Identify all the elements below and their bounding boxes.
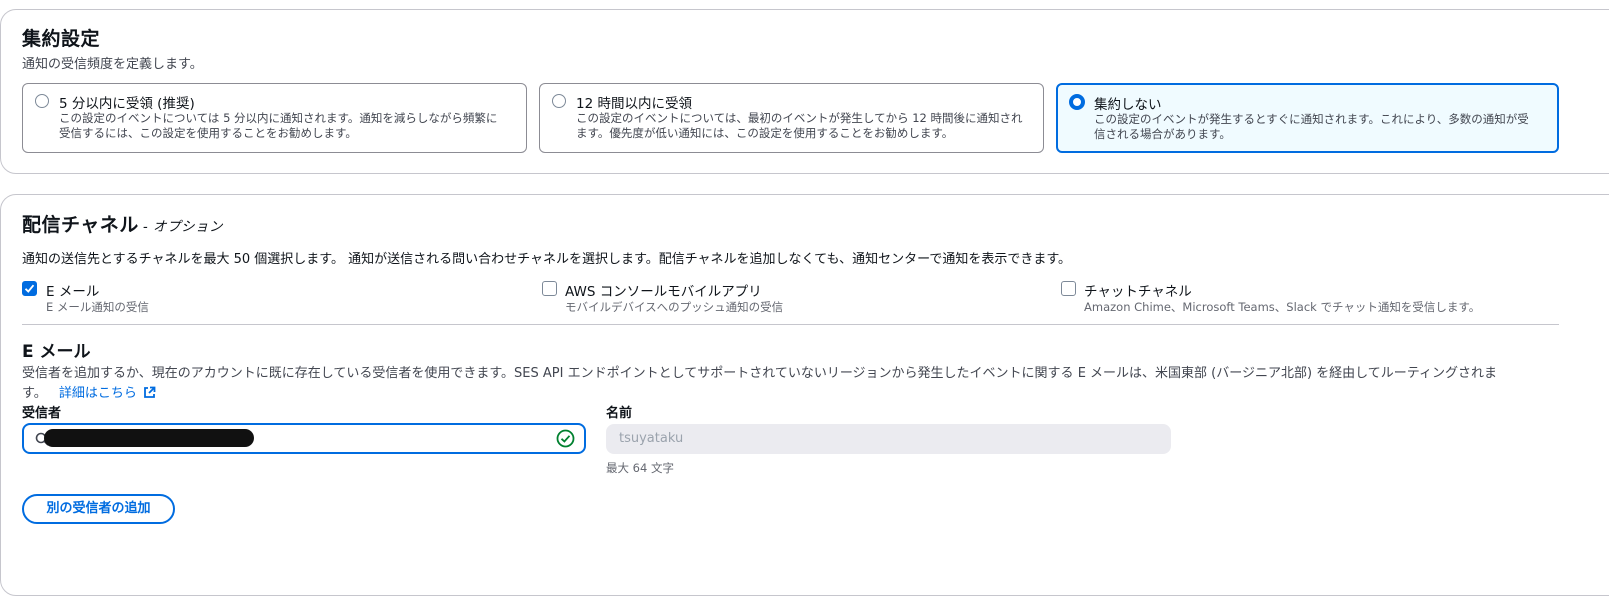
aggregation-option-12h[interactable]: 12 時間以内に受領 この設定のイベントについては、最初のイベントが発生してから… [539,83,1044,153]
recipient-label: 受信者 [22,406,62,421]
success-check-icon [556,429,575,448]
radio-none[interactable] [1069,94,1085,110]
chat-channel-checkbox[interactable] [1061,281,1076,296]
option-description: この設定のイベントについては、最初のイベントが発生してから 12 時間後に通知さ… [576,111,1023,140]
aggregation-settings-panel: 集約設定 通知の受信頻度を定義します。 5 分以内に受領 (推奨) この設定のイ… [0,9,1609,174]
mobile-app-channel-label: AWS コンソールモバイルアプリ [565,284,762,300]
email-channel-label: E メール [46,284,100,300]
chat-channel-label: チャットチャネル [1084,284,1192,300]
email-channel-sub: E メール通知の受信 [46,300,149,314]
aggregation-option-5min[interactable]: 5 分以内に受領 (推奨) この設定のイベントについては 5 分以内に通知されま… [22,83,527,153]
email-section-title: E メール [22,342,91,362]
learn-more-link[interactable]: 詳細はこちら [59,386,137,401]
aggregation-description: 通知の受信頻度を定義します。 [22,57,203,72]
aggregation-option-none[interactable]: 集約しない この設定のイベントが発生するとすぐに通知されます。これにより、多数の… [1056,83,1559,153]
option-title: 5 分以内に受領 (推奨) [59,96,195,112]
redacted-value [44,429,254,447]
option-title: 集約しない [1094,97,1162,113]
name-input: tsuyataku [606,424,1171,454]
channels-title: 配信チャネル - オプション [22,214,223,236]
radio-12h[interactable] [552,94,566,108]
divider [22,324,1559,325]
delivery-channels-panel: 配信チャネル - オプション 通知の送信先とするチャネルを最大 50 個選択します… [0,194,1609,596]
chat-channel-sub: Amazon Chime、Microsoft Teams、Slack でチャット… [1084,300,1481,314]
email-description-cont: す。 詳細はこちら [22,382,156,401]
radio-5min[interactable] [35,94,49,108]
external-link-icon[interactable] [143,386,156,399]
channels-description: 通知の送信先とするチャネルを最大 50 個選択します。 通知が送信される問い合わ… [22,252,1072,267]
email-checkbox[interactable] [22,281,37,296]
aggregation-title: 集約設定 [22,28,101,50]
option-description: この設定のイベントについては 5 分以内に通知されます。通知を減らしながら頻繁に… [59,111,498,140]
recipient-input[interactable] [22,423,586,454]
name-label: 名前 [606,406,633,421]
add-recipient-button[interactable]: 別の受信者の追加 [22,494,175,524]
name-hint: 最大 64 文字 [606,461,674,475]
option-title: 12 時間以内に受領 [576,96,692,112]
check-icon [24,284,35,293]
mobile-app-channel-sub: モバイルデバイスへのプッシュ通知の受信 [565,300,784,314]
optional-label: - オプション [142,219,223,235]
mobile-app-checkbox[interactable] [542,281,557,296]
option-description: この設定のイベントが発生するとすぐに通知されます。これにより、多数の通知が受 信… [1094,112,1529,141]
email-description: 受信者を追加するか、現在のアカウントに既に存在している受信者を使用できます。SE… [22,366,1498,381]
